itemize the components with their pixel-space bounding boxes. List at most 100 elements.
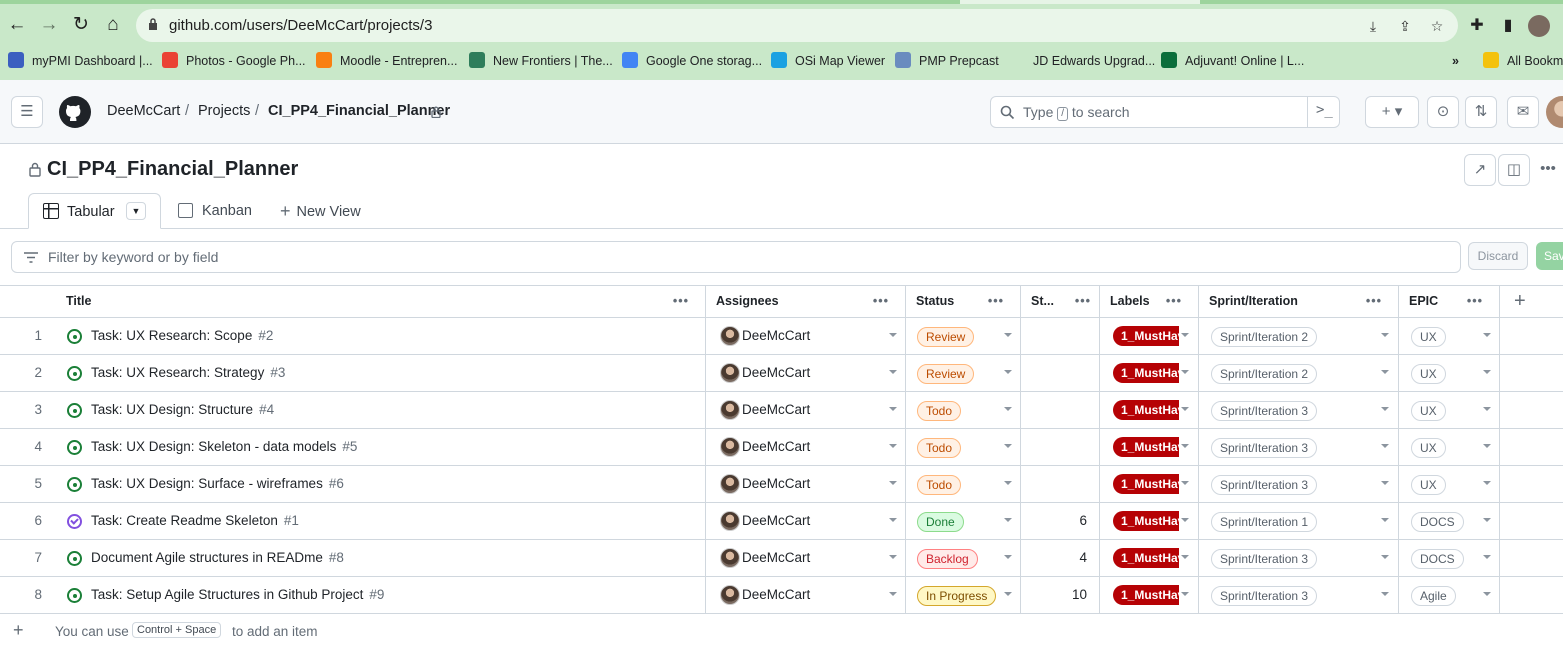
status-cell[interactable]: Todo bbox=[906, 429, 1021, 465]
status-cell[interactable]: Review bbox=[906, 318, 1021, 354]
new-view-button[interactable]: + New View bbox=[280, 193, 361, 229]
labels-cell[interactable]: 1_MustHave bbox=[1100, 392, 1199, 428]
item-title[interactable]: Task: UX Design: Surface - wireframes #6 bbox=[91, 466, 344, 502]
chevron-down-icon[interactable] bbox=[889, 407, 897, 411]
more-bookmarks-icon[interactable]: » bbox=[1452, 52, 1459, 70]
epic-cell[interactable]: DOCS bbox=[1399, 540, 1500, 576]
labels-cell[interactable]: 1_MustHave bbox=[1100, 355, 1199, 391]
column-menu-icon[interactable]: ••• bbox=[1075, 286, 1091, 317]
item-title[interactable]: Document Agile structures in READme #8 bbox=[91, 540, 344, 576]
view-options-dropdown[interactable]: ▼ bbox=[126, 202, 146, 220]
chevron-down-icon[interactable] bbox=[889, 444, 897, 448]
bookmark-item[interactable]: New Frontiers | The... bbox=[469, 52, 613, 70]
epic-cell[interactable]: Agile bbox=[1399, 577, 1500, 613]
epic-cell[interactable]: UX bbox=[1399, 392, 1500, 428]
address-bar[interactable]: github.com/users/DeeMcCart/projects/3 ⤓ … bbox=[136, 9, 1458, 42]
estimate-cell[interactable] bbox=[1021, 355, 1100, 391]
epic-cell[interactable]: UX bbox=[1399, 318, 1500, 354]
chevron-down-icon[interactable] bbox=[1381, 592, 1389, 596]
column-header-labels[interactable]: Labels ••• bbox=[1100, 286, 1199, 317]
epic-cell[interactable]: UX bbox=[1399, 355, 1500, 391]
status-cell[interactable]: Todo bbox=[906, 392, 1021, 428]
command-palette-icon[interactable]: >_ bbox=[1316, 102, 1333, 118]
table-row[interactable]: 4 Task: UX Design: Skeleton - data models… bbox=[0, 429, 1563, 466]
table-row[interactable]: 6 Task: Create Readme Skeleton #1 DeeMcCart… bbox=[0, 503, 1563, 540]
column-header-epic[interactable]: EPIC ••• bbox=[1399, 286, 1500, 317]
title-cell[interactable]: Task: Setup Agile Structures in Github P… bbox=[56, 577, 706, 613]
add-field-button[interactable]: + bbox=[1514, 286, 1526, 316]
chevron-down-icon[interactable] bbox=[1181, 481, 1189, 485]
insights-icon[interactable]: ↗ bbox=[1464, 154, 1496, 186]
title-cell[interactable]: Task: UX Research: Scope #2 bbox=[56, 318, 706, 354]
status-cell[interactable]: Backlog bbox=[906, 540, 1021, 576]
epic-cell[interactable]: DOCS bbox=[1399, 503, 1500, 539]
item-title[interactable]: Task: Create Readme Skeleton #1 bbox=[91, 503, 299, 539]
search-input[interactable]: Type / to search >_ bbox=[990, 96, 1340, 128]
column-header-status[interactable]: Status ••• bbox=[906, 286, 1021, 317]
column-menu-icon[interactable]: ••• bbox=[1467, 286, 1483, 317]
extensions-icon[interactable]: ✚ bbox=[1466, 15, 1488, 37]
epic-cell[interactable]: UX bbox=[1399, 466, 1500, 502]
column-menu-icon[interactable]: ••• bbox=[673, 286, 689, 317]
issues-icon[interactable]: ⊙ bbox=[1427, 96, 1459, 128]
chevron-down-icon[interactable] bbox=[1181, 444, 1189, 448]
chevron-down-icon[interactable] bbox=[1004, 481, 1012, 485]
chevron-down-icon[interactable] bbox=[1483, 444, 1491, 448]
chevron-down-icon[interactable] bbox=[1483, 407, 1491, 411]
chevron-down-icon[interactable] bbox=[1381, 370, 1389, 374]
bookmark-item[interactable]: Google One storag... bbox=[622, 52, 762, 70]
estimate-cell[interactable] bbox=[1021, 392, 1100, 428]
sprint-cell[interactable]: Sprint/Iteration 3 bbox=[1199, 392, 1399, 428]
breadcrumb-project[interactable]: CI_PP4_Financial_Planner bbox=[268, 103, 450, 119]
labels-cell[interactable]: 1_MustHave bbox=[1100, 503, 1199, 539]
chevron-down-icon[interactable] bbox=[1483, 555, 1491, 559]
table-row[interactable]: 5 Task: UX Design: Surface - wireframes #6… bbox=[0, 466, 1563, 503]
chevron-down-icon[interactable] bbox=[889, 370, 897, 374]
column-menu-icon[interactable]: ••• bbox=[1366, 286, 1382, 317]
add-item-row[interactable]: + You can use Control + Space to add an … bbox=[0, 614, 1563, 646]
table-row[interactable]: 8 Task: Setup Agile Structures in Github … bbox=[0, 577, 1563, 614]
arrow-right-icon[interactable]: → bbox=[36, 12, 62, 38]
bookmark-item[interactable]: Photos - Google Ph... bbox=[162, 52, 306, 70]
bookmark-item[interactable]: OSi Map Viewer bbox=[771, 52, 885, 70]
home-icon[interactable]: ⌂ bbox=[100, 12, 126, 38]
title-cell[interactable]: Task: Create Readme Skeleton #1 bbox=[56, 503, 706, 539]
table-row[interactable]: 1 Task: UX Research: Scope #2 DeeMcCart Revi… bbox=[0, 318, 1563, 355]
chevron-down-icon[interactable] bbox=[1483, 518, 1491, 522]
chevron-down-icon[interactable] bbox=[1381, 481, 1389, 485]
chevron-down-icon[interactable] bbox=[1004, 592, 1012, 596]
more-options-icon[interactable]: ••• bbox=[1532, 154, 1563, 186]
chevron-down-icon[interactable] bbox=[1181, 592, 1189, 596]
bookmark-item[interactable]: myPMI Dashboard |... bbox=[8, 52, 153, 70]
estimate-cell[interactable]: 6 bbox=[1021, 503, 1100, 539]
sprint-cell[interactable]: Sprint/Iteration 2 bbox=[1199, 318, 1399, 354]
plus-icon[interactable]: + bbox=[13, 620, 24, 641]
chevron-down-icon[interactable] bbox=[1181, 555, 1189, 559]
chevron-down-icon[interactable] bbox=[1181, 333, 1189, 337]
github-logo-icon[interactable] bbox=[59, 96, 91, 128]
column-header-estimate[interactable]: St... ••• bbox=[1021, 286, 1100, 317]
title-cell[interactable]: Document Agile structures in READme #8 bbox=[56, 540, 706, 576]
status-cell[interactable]: In Progress bbox=[906, 577, 1021, 613]
estimate-cell[interactable] bbox=[1021, 429, 1100, 465]
profile-avatar[interactable] bbox=[1528, 15, 1550, 37]
tab-tabular[interactable]: Tabular ▼ bbox=[28, 193, 161, 229]
chevron-down-icon[interactable] bbox=[1004, 407, 1012, 411]
chevron-down-icon[interactable] bbox=[1381, 407, 1389, 411]
pull-requests-icon[interactable]: ⇅ bbox=[1465, 96, 1497, 128]
breadcrumb-owner[interactable]: DeeMcCart bbox=[107, 103, 180, 119]
labels-cell[interactable]: 1_MustHave bbox=[1100, 466, 1199, 502]
column-menu-icon[interactable]: ••• bbox=[1166, 286, 1182, 317]
chevron-down-icon[interactable] bbox=[1004, 333, 1012, 337]
chevron-down-icon[interactable] bbox=[889, 333, 897, 337]
assignee-cell[interactable]: DeeMcCart bbox=[706, 540, 906, 576]
column-menu-icon[interactable]: ••• bbox=[988, 286, 1004, 317]
breadcrumb-projects[interactable]: Projects bbox=[198, 103, 250, 119]
assignee-cell[interactable]: DeeMcCart bbox=[706, 429, 906, 465]
bookmark-item[interactable]: Adjuvant! Online | L... bbox=[1161, 52, 1304, 70]
side-panel-toggle-icon[interactable]: ◫ bbox=[1498, 154, 1530, 186]
status-cell[interactable]: Todo bbox=[906, 466, 1021, 502]
title-cell[interactable]: Task: UX Research: Strategy #3 bbox=[56, 355, 706, 391]
title-cell[interactable]: Task: UX Design: Surface - wireframes #6 bbox=[56, 466, 706, 502]
item-title[interactable]: Task: UX Research: Strategy #3 bbox=[91, 355, 285, 391]
